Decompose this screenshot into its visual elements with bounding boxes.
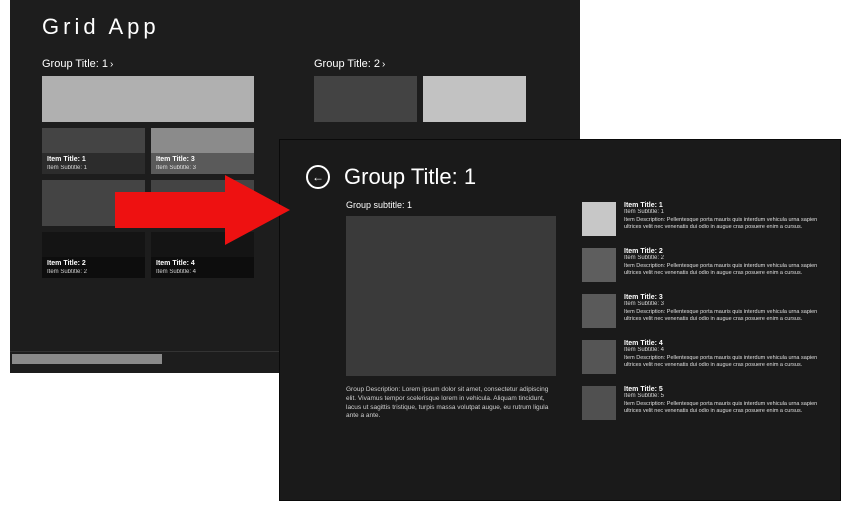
detail-description: Group Description: Lorem ipsum dolor sit… [346,386,556,421]
tile-item-4[interactable]: Item Title: 4 Item Subtitle: 4 [151,232,254,278]
group-1: Group Title: 1 › Item Title: 1 Item Subt… [42,58,254,278]
tile-item-2[interactable]: Item Title: 2 Item Subtitle: 2 [42,232,145,278]
item-subtitle: Item Subtitle: 1 [624,209,824,215]
tile-title: Item Title: 1 [47,156,140,163]
item-thumbnail [582,294,616,328]
item-text: Item Title: 5 Item Subtitle: 5 Item Desc… [624,386,824,420]
list-item[interactable]: Item Title: 3 Item Subtitle: 3 Item Desc… [582,294,824,328]
group-1-hero-tile[interactable] [42,76,254,122]
tile-subtitle: Item Subtitle: 4 [156,269,249,275]
back-button[interactable]: ← [306,165,330,189]
tile-subtitle: Item Subtitle: 2 [47,269,140,275]
scrollbar-thumb[interactable] [12,354,162,364]
item-description: Item Description: Pellentesque porta mau… [624,401,824,415]
item-subtitle: Item Subtitle: 2 [624,255,824,261]
tile-title: Item Title: 4 [156,260,249,267]
chevron-right-icon: › [382,59,385,70]
item-thumbnail [582,386,616,420]
group-1-header[interactable]: Group Title: 1 › [42,58,254,70]
item-text: Item Title: 3 Item Subtitle: 3 Item Desc… [624,294,824,328]
item-description: Item Description: Pellentesque porta mau… [624,355,824,369]
tile-spacer-b[interactable] [151,180,254,226]
item-thumbnail [582,248,616,282]
detail-title: Group Title: 1 [344,164,476,190]
item-subtitle: Item Subtitle: 3 [624,301,824,307]
item-description: Item Description: Pellentesque porta mau… [624,309,824,323]
tile-item-1[interactable]: Item Title: 1 Item Subtitle: 1 [42,128,145,174]
item-title: Item Title: 5 [624,386,824,393]
tile-caption: Item Title: 1 Item Subtitle: 1 [42,153,145,174]
back-arrow-icon: ← [312,171,324,183]
item-subtitle: Item Subtitle: 5 [624,393,824,399]
app-title: Grid App [42,14,580,40]
item-description: Item Description: Pellentesque porta mau… [624,263,824,277]
tile-caption: Item Title: 2 Item Subtitle: 2 [42,257,145,278]
tile-caption: Item Title: 3 Item Subtitle: 3 [151,153,254,174]
chevron-right-icon: › [110,59,113,70]
group-2-tile-b[interactable] [423,76,526,122]
item-subtitle: Item Subtitle: 4 [624,347,824,353]
item-title: Item Title: 4 [624,340,824,347]
list-item[interactable]: Item Title: 4 Item Subtitle: 4 Item Desc… [582,340,824,374]
tile-subtitle: Item Subtitle: 1 [47,165,140,171]
list-item[interactable]: Item Title: 2 Item Subtitle: 2 Item Desc… [582,248,824,282]
detail-item-list: Item Title: 1 Item Subtitle: 1 Item Desc… [582,200,824,421]
group-2-tile-a[interactable] [314,76,417,122]
group-detail-page: ← Group Title: 1 Group subtitle: 1 Group… [280,140,840,500]
detail-header: ← Group Title: 1 [306,164,840,190]
tile-caption: Item Title: 4 Item Subtitle: 4 [151,257,254,278]
detail-hero-image [346,216,556,376]
group-1-tiles: Item Title: 1 Item Subtitle: 1 Item Titl… [42,76,254,278]
detail-subtitle: Group subtitle: 1 [346,200,556,210]
item-title: Item Title: 3 [624,294,824,301]
item-title: Item Title: 2 [624,248,824,255]
item-text: Item Title: 4 Item Subtitle: 4 Item Desc… [624,340,824,374]
item-description: Item Description: Pellentesque porta mau… [624,217,824,231]
list-item[interactable]: Item Title: 5 Item Subtitle: 5 Item Desc… [582,386,824,420]
item-thumbnail [582,340,616,374]
item-thumbnail [582,202,616,236]
group-2-title: Group Title: 2 [314,58,380,70]
item-title: Item Title: 1 [624,202,824,209]
item-text: Item Title: 1 Item Subtitle: 1 Item Desc… [624,202,824,236]
tile-title: Item Title: 2 [47,260,140,267]
detail-left-column: Group subtitle: 1 Group Description: Lor… [346,200,556,421]
detail-body: Group subtitle: 1 Group Description: Lor… [306,200,840,421]
tile-title: Item Title: 3 [156,156,249,163]
group-1-title: Group Title: 1 [42,58,108,70]
item-text: Item Title: 2 Item Subtitle: 2 Item Desc… [624,248,824,282]
tile-spacer-a[interactable] [42,180,145,226]
list-item[interactable]: Item Title: 1 Item Subtitle: 1 Item Desc… [582,202,824,236]
tile-subtitle: Item Subtitle: 3 [156,165,249,171]
tile-item-3[interactable]: Item Title: 3 Item Subtitle: 3 [151,128,254,174]
group-2-header[interactable]: Group Title: 2 › [314,58,526,70]
group-2-tiles [314,76,526,122]
